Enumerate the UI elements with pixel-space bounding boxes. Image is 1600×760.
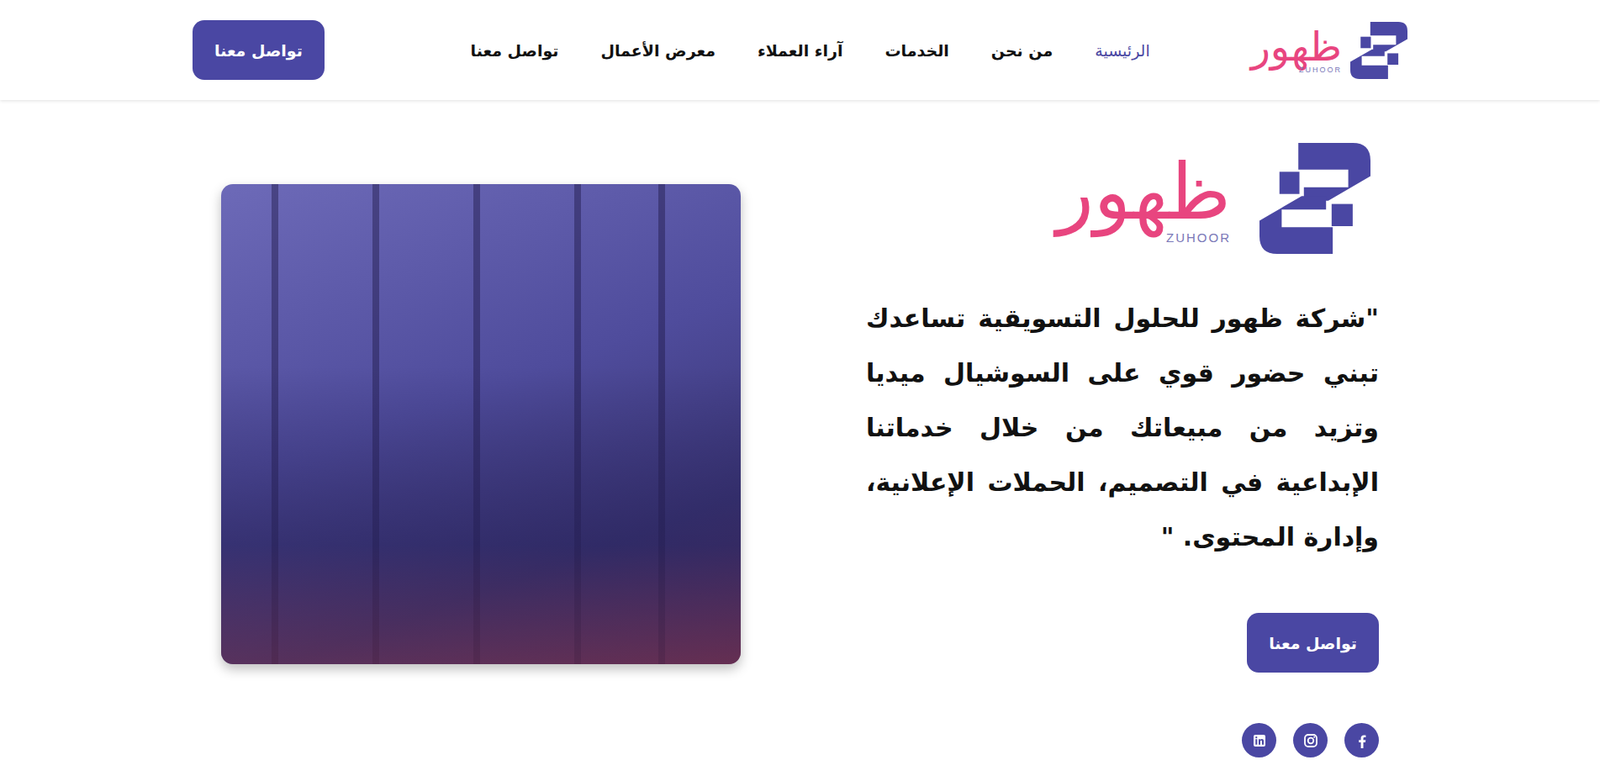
logo-words: ظهورZUHOOR (1056, 153, 1231, 244)
nav-link[interactable]: الرئيسية (1094, 36, 1150, 65)
hero-text: ظهورZUHOOR "شركة ظهور للحلول التسويقية تس… (866, 142, 1379, 758)
hero-photo (221, 184, 741, 665)
instagram-link[interactable] (1293, 723, 1328, 758)
main-nav: الرئيسية من نحن الخدمات آراء العملاء معرض ال… (470, 36, 1151, 65)
logo-latin: ZUHOOR (1299, 66, 1342, 74)
facebook-icon (1351, 730, 1373, 751)
nav-link[interactable]: آراء العملاء (757, 36, 844, 65)
hero-tagline: "شركة ظهور للحلول التسويقية تساعدك تبني … (866, 290, 1379, 565)
social-links (1241, 723, 1379, 758)
logo-latin: ZUHOOR (1166, 231, 1231, 244)
header-inner: ظهورZUHOOR الرئيسية من نحن الخدمات آراء العم… (192, 0, 1408, 101)
nav-link[interactable]: الخدمات (885, 36, 950, 65)
logo-arabic: ظهور (1251, 26, 1342, 67)
hero-logo[interactable]: ظهورZUHOOR (1056, 142, 1371, 254)
linkedin-icon (1249, 730, 1270, 751)
photo-shade (221, 366, 741, 665)
header-logo[interactable]: ظهورZUHOOR (1251, 21, 1408, 80)
site-header: ظهورZUHOOR الرئيسية من نحن الخدمات آراء العم… (0, 0, 1600, 101)
hero-contact-button[interactable]: تواصل معنا (1246, 612, 1379, 673)
contact-button[interactable]: تواصل معنا (192, 20, 325, 80)
zuhoor-mark-icon (1350, 21, 1408, 80)
instagram-icon (1300, 730, 1321, 751)
linkedin-link[interactable] (1241, 723, 1277, 758)
hero-section: ظهورZUHOOR "شركة ظهور للحلول التسويقية تس… (221, 142, 1379, 758)
logo-arabic: ظهور (1056, 153, 1231, 232)
nav-link[interactable]: معرض الأعمال (600, 36, 715, 65)
zuhoor-mark-icon (1259, 142, 1371, 254)
nav-link[interactable]: تواصل معنا (470, 36, 560, 65)
facebook-link[interactable] (1344, 723, 1379, 758)
logo-words: ظهورZUHOOR (1251, 26, 1342, 74)
nav-link[interactable]: من نحن (991, 36, 1053, 65)
